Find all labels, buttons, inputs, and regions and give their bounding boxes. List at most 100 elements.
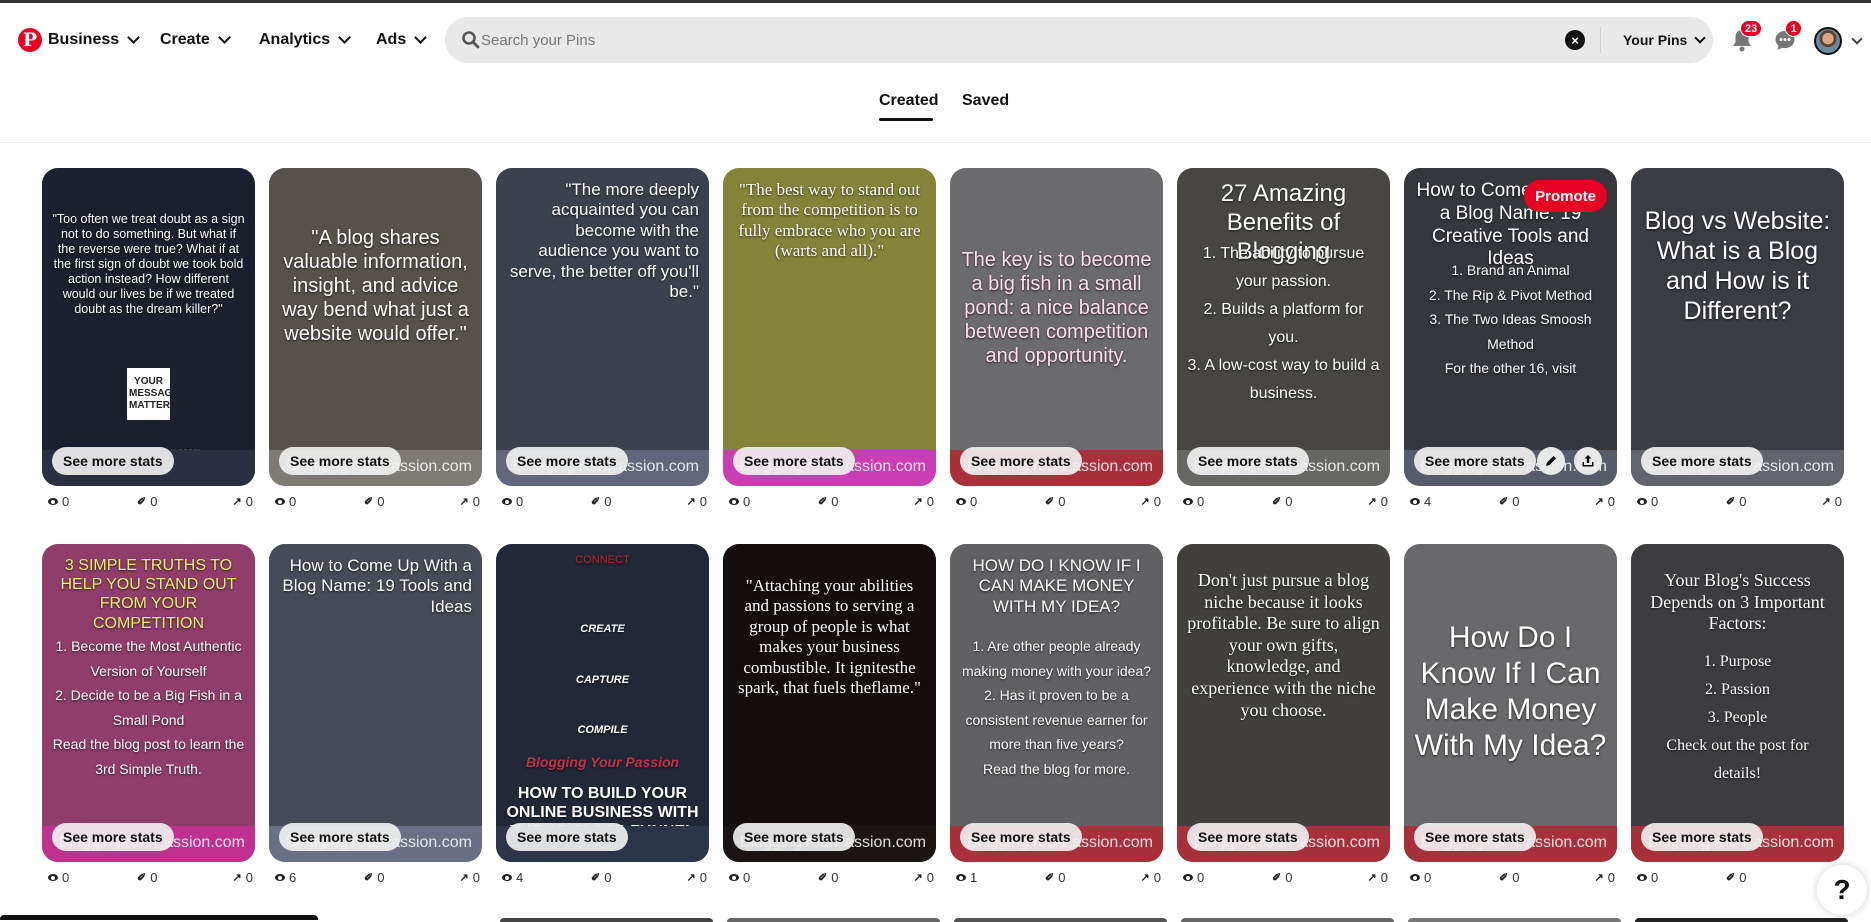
see-more-stats-button[interactable]: See more stats	[1414, 823, 1536, 851]
nav-business[interactable]: Business	[48, 27, 141, 53]
arrow-up-right-icon: ↗	[913, 872, 923, 884]
pin-text: How to Come Up With a Blog Name: 19 Tool…	[282, 556, 472, 616]
see-more-stats-button[interactable]: See more stats	[506, 447, 628, 475]
pin-card[interactable]: 27 Amazing Benefits of Blogging 1. The ab…	[1177, 168, 1390, 486]
outbound-clicks-stat: ↗0	[1141, 494, 1161, 509]
eye-icon	[729, 498, 739, 505]
arrow-up-right-icon: ↗	[1140, 872, 1150, 884]
clear-search-button[interactable]: ×	[1565, 30, 1585, 50]
impressions-count: 4	[516, 870, 524, 885]
impressions-stat: 4	[502, 870, 523, 885]
see-more-stats-button[interactable]: See more stats	[52, 823, 174, 851]
see-more-stats-button[interactable]: See more stats	[52, 447, 174, 475]
impressions-stat: 0	[1637, 494, 1658, 509]
pin-card[interactable]: "Too often we treat doubt as a sign not …	[42, 168, 255, 486]
impressions-stat: 0	[1183, 870, 1204, 885]
notifications-button[interactable]: 23	[1726, 20, 1763, 56]
saves-count: 0	[604, 494, 612, 509]
saves-stat: ✐ 0	[818, 870, 838, 885]
pin-card[interactable]: How Do I Know If I Can Make Money With M…	[1404, 544, 1617, 862]
nav-create-label: Create	[160, 31, 210, 48]
help-button[interactable]: ?	[1817, 865, 1867, 915]
see-more-stats-button[interactable]: See more stats	[279, 447, 401, 475]
pin-card[interactable]: Blog vs Website: What is a Blog and How …	[1631, 168, 1844, 486]
nav-ads[interactable]: Ads	[376, 27, 428, 53]
impressions-count: 0	[62, 494, 70, 509]
pin-text: The key is to become a big fish in a sma…	[961, 249, 1152, 367]
tab-saved[interactable]: Saved	[962, 92, 1009, 110]
pin-card[interactable]: "Attaching your abilities and passions t…	[723, 544, 936, 862]
impressions-count: 0	[1197, 870, 1205, 885]
impressions-count: 1	[970, 870, 978, 885]
pin-card[interactable]: How to Come Up With a Blog Name: 19 Crea…	[1404, 168, 1617, 486]
pin-stats-row: 4 ✐ 0 ↗ 0	[496, 870, 709, 886]
see-more-stats-button[interactable]: See more stats	[733, 823, 855, 851]
pin-card[interactable]: CONNECT CREATE CAPTURE COMPILE Blogging Yo…	[496, 544, 709, 862]
saves-stat: ✐ 0	[364, 494, 384, 509]
search-icon	[462, 31, 480, 49]
pin-card[interactable]: 3 SIMPLE TRUTHS TO HELP YOU STAND OUT FR…	[42, 544, 255, 862]
nav-ads-label: Ads	[376, 31, 407, 48]
eye-icon	[956, 874, 966, 881]
see-more-stats-button[interactable]: See more stats	[506, 823, 628, 851]
pushpin-icon: ✐	[1726, 872, 1736, 884]
eye-icon	[1410, 874, 1420, 881]
user-avatar[interactable]	[1814, 27, 1842, 55]
see-more-stats-button[interactable]: See more stats	[733, 447, 855, 475]
pushpin-icon: ✐	[591, 496, 601, 508]
chevron-down-icon	[127, 31, 141, 44]
see-more-stats-button[interactable]: See more stats	[1641, 823, 1763, 851]
pin-stats-row: 0✐0↗0	[269, 494, 482, 510]
pin-card[interactable]: HOW DO I KNOW IF I CAN MAKE MONEY WITH M…	[950, 544, 1163, 862]
tab-created[interactable]: Created	[879, 92, 939, 110]
see-more-stats-button[interactable]: See more stats	[279, 823, 401, 851]
see-more-stats-button[interactable]: See more stats	[1414, 447, 1536, 475]
eye-icon	[275, 874, 285, 881]
pin-card[interactable]: How to Come Up With a Blog Name: 19 Tool…	[269, 544, 482, 862]
messages-button[interactable]: 1	[1769, 20, 1802, 56]
pinterest-logo-icon[interactable]: P	[18, 28, 42, 52]
see-more-stats-button[interactable]: See more stats	[1187, 823, 1309, 851]
nav-create[interactable]: Create	[160, 27, 231, 53]
pin-card[interactable]: Your Blog's Success Depends on 3 Importa…	[1631, 544, 1844, 862]
see-more-stats-button[interactable]: See more stats	[960, 823, 1082, 851]
eye-icon	[956, 498, 966, 505]
pin-stats-row: 0✐0↗0	[1404, 870, 1617, 886]
arrow-up-right-icon: ↗	[459, 872, 469, 884]
share-pin-button[interactable]	[1574, 447, 1602, 475]
pin-card-peek	[727, 918, 940, 922]
pin-stats-row: 0✐0↗0	[496, 494, 709, 510]
see-more-stats-button[interactable]: See more stats	[1187, 447, 1309, 475]
pin-card[interactable]: "The best way to stand out from the comp…	[723, 168, 936, 486]
search-input[interactable]	[481, 17, 1581, 63]
pushpin-icon: ✐	[137, 496, 147, 508]
promote-button[interactable]: Promote	[1524, 180, 1607, 212]
impressions-stat: 0	[502, 494, 523, 509]
pin-subtext: YOUR MESSAGE MATTERS	[127, 368, 179, 420]
pin-card[interactable]: Don't just pursue a blog niche because i…	[1177, 544, 1390, 862]
saves-stat: ✐ 0	[1272, 870, 1292, 885]
saves-count: 0	[1512, 494, 1520, 509]
impressions-stat: 0	[48, 870, 69, 885]
impressions-stat: 1	[956, 870, 977, 885]
account-menu-chevron-icon[interactable]	[1851, 33, 1863, 45]
pin-text: 1. Purpose 2. Passion 3. People Check ou…	[1666, 653, 1809, 782]
pin-card[interactable]: "The more deeply acquainted you can beco…	[496, 168, 709, 486]
see-more-stats-button[interactable]: See more stats	[1641, 447, 1763, 475]
see-more-stats-button[interactable]: See more stats	[960, 447, 1082, 475]
pushpin-icon: ✐	[818, 496, 828, 508]
saves-stat: ✐ 0	[591, 870, 611, 885]
pin-card[interactable]: The key is to become a big fish in a sma…	[950, 168, 1163, 486]
pin-stats-row: 0✐0↗0	[950, 494, 1163, 510]
search-scope-dropdown[interactable]: Your Pins	[1623, 17, 1706, 63]
saves-stat: ✐ 0	[364, 870, 384, 885]
notification-count-badge: 23	[1740, 20, 1763, 37]
outbound-clicks-stat: ↗0	[1822, 494, 1842, 509]
pin-stats-row: 0✐0↗0	[42, 494, 255, 510]
pin-card[interactable]: "A blog shares valuable information, ins…	[269, 168, 482, 486]
pin-card-peek	[500, 918, 713, 922]
nav-analytics[interactable]: Analytics	[259, 27, 352, 53]
outbound-clicks-count: 0	[245, 870, 253, 885]
saves-stat: ✐ 0	[1499, 870, 1519, 885]
edit-pin-button[interactable]	[1537, 447, 1565, 475]
